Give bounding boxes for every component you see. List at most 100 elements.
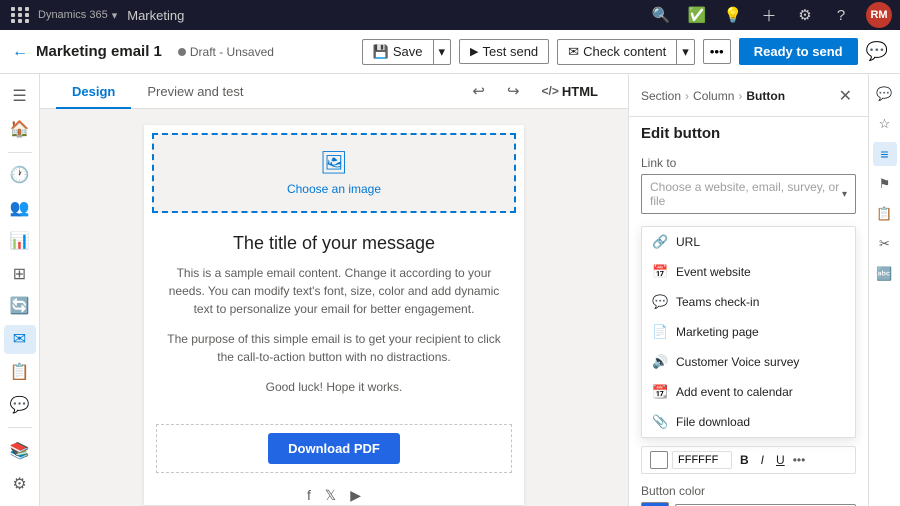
menu-item-customer-voice[interactable]: 🔊 Customer Voice survey xyxy=(642,347,855,377)
app-name[interactable]: Dynamics 365 ▾ xyxy=(38,9,117,22)
menu-item-voice-label: Customer Voice survey xyxy=(676,355,799,369)
underline-button[interactable]: U xyxy=(772,451,789,469)
button-color-preview[interactable] xyxy=(641,502,669,506)
check-content-group: ✉ Check content ▾ xyxy=(557,39,695,65)
comments-icon[interactable]: 💬 xyxy=(866,41,888,62)
sidebar-email-icon[interactable]: ✉ xyxy=(4,325,36,354)
rbar-star-icon[interactable]: ☆ xyxy=(873,112,897,136)
breadcrumb-sep-2: › xyxy=(738,89,742,103)
email-cta-button[interactable]: Download PDF xyxy=(268,433,400,464)
settings-nav-icon[interactable]: ⚙ xyxy=(794,4,816,26)
check-content-dropdown[interactable]: ▾ xyxy=(676,39,695,65)
tab-bar: Design Preview and test ↩ ↪ </> HTML xyxy=(40,74,628,109)
back-button[interactable]: ← xyxy=(12,43,28,61)
add-event-icon: 📆 xyxy=(652,384,668,400)
help-nav-icon[interactable]: ? xyxy=(830,4,852,26)
tab-design[interactable]: Design xyxy=(56,74,131,109)
email-title-text[interactable]: The title of your message xyxy=(164,233,504,254)
link-type-dropdown-menu: 🔗 URL 📅 Event website 💬 Teams check-in 📄… xyxy=(641,226,856,438)
email-social: f 𝕏 ▶ xyxy=(144,477,524,506)
test-send-button[interactable]: ▶ Test send xyxy=(459,39,549,64)
sidebar-divider-1 xyxy=(8,152,32,153)
sidebar-analytics-icon[interactable]: 🔄 xyxy=(4,292,36,321)
email-image-section[interactable]: 🖼 Choose an image xyxy=(152,133,516,213)
email-good-luck-text[interactable]: Good luck! Hope it works. xyxy=(164,378,504,396)
twitter-icon[interactable]: 𝕏 xyxy=(325,487,336,504)
facebook-icon[interactable]: f xyxy=(307,487,311,504)
rbar-copy-icon[interactable]: 📋 xyxy=(873,202,897,226)
email-body-text-2[interactable]: The purpose of this simple email is to g… xyxy=(164,330,504,366)
menu-item-event-website[interactable]: 📅 Event website xyxy=(642,257,855,287)
user-avatar[interactable]: RM xyxy=(866,2,892,28)
menu-item-teams-checkin[interactable]: 💬 Teams check-in xyxy=(642,287,855,317)
menu-item-event-label: Event website xyxy=(676,265,751,279)
menu-item-add-event[interactable]: 📆 Add event to calendar xyxy=(642,377,855,407)
menu-item-url[interactable]: 🔗 URL xyxy=(642,227,855,257)
check-content-button[interactable]: ✉ Check content xyxy=(557,39,676,65)
add-nav-icon[interactable]: ＋ xyxy=(758,4,780,26)
breadcrumb-column[interactable]: Column xyxy=(693,89,734,103)
teams-icon: 💬 xyxy=(652,294,668,310)
text-color-swatch[interactable] xyxy=(650,451,668,469)
menu-item-marketing-page[interactable]: 📄 Marketing page xyxy=(642,317,855,347)
dropdown-arrow-icon: ▾ xyxy=(842,189,847,200)
nav-icons: 🔍 ✅ 💡 ＋ ⚙ ? RM xyxy=(650,2,892,28)
sidebar-chat-icon[interactable]: 💬 xyxy=(4,391,36,420)
rbar-comments-icon[interactable]: 💬 xyxy=(873,82,897,106)
text-color-input[interactable] xyxy=(672,451,732,469)
url-icon: 🔗 xyxy=(652,234,668,250)
panel-close-button[interactable]: ✕ xyxy=(835,84,856,108)
undo-button[interactable]: ↩ xyxy=(466,78,491,104)
marketing-page-icon: 📄 xyxy=(652,324,668,340)
format-more-button[interactable]: ••• xyxy=(793,453,806,467)
sidebar-recent-icon[interactable]: 🕐 xyxy=(4,161,36,190)
ready-to-send-button[interactable]: Ready to send xyxy=(739,38,858,65)
email-canvas[interactable]: 🖼 Choose an image The title of your mess… xyxy=(40,109,628,506)
status-dot xyxy=(178,48,186,56)
link-to-label: Link to xyxy=(641,156,856,170)
bold-button[interactable]: B xyxy=(736,451,753,469)
menu-item-teams-label: Teams check-in xyxy=(676,295,759,309)
breadcrumb-button[interactable]: Button xyxy=(746,89,785,103)
panel-breadcrumb: Section › Column › Button xyxy=(641,89,785,103)
save-button[interactable]: 💾 Save xyxy=(362,39,433,65)
sidebar-campaigns-icon[interactable]: 📊 xyxy=(4,226,36,255)
link-to-group: Link to Choose a website, email, survey,… xyxy=(641,156,856,214)
email-body-text[interactable]: This is a sample email content. Change i… xyxy=(164,264,504,318)
more-options-button[interactable]: ••• xyxy=(703,39,731,64)
html-button[interactable]: </> HTML xyxy=(536,81,604,102)
waffle-icon[interactable] xyxy=(8,3,32,27)
menu-item-file-download[interactable]: 📎 File download xyxy=(642,407,855,437)
sidebar-people-icon[interactable]: 👥 xyxy=(4,193,36,222)
redo-button[interactable]: ↪ xyxy=(501,78,526,104)
email-btn-section: Download PDF xyxy=(156,424,512,473)
main-layout: ☰ 🏠 🕐 👥 📊 ⊞ 🔄 ✉ 📋 💬 📚 ⚙ Design Preview a… xyxy=(0,74,900,506)
link-to-placeholder: Choose a website, email, survey, or file xyxy=(650,180,842,208)
rbar-scissors-icon[interactable]: ✂ xyxy=(873,232,897,256)
left-sidebar: ☰ 🏠 🕐 👥 📊 ⊞ 🔄 ✉ 📋 💬 📚 ⚙ xyxy=(0,74,40,506)
lightbulb-nav-icon[interactable]: 💡 xyxy=(722,4,744,26)
tab-preview[interactable]: Preview and test xyxy=(131,74,259,109)
italic-button[interactable]: I xyxy=(757,451,768,469)
link-to-dropdown[interactable]: Choose a website, email, survey, or file… xyxy=(641,174,856,214)
sidebar-segments-icon[interactable]: ⊞ xyxy=(4,259,36,288)
rbar-format-icon[interactable]: 🔤 xyxy=(873,262,897,286)
save-dropdown-button[interactable]: ▾ xyxy=(433,39,452,65)
sidebar-settings-icon[interactable]: ⚙ xyxy=(4,469,36,498)
sidebar-divider-2 xyxy=(8,427,32,428)
search-nav-icon[interactable]: 🔍 xyxy=(650,4,672,26)
sidebar-home-icon[interactable]: 🏠 xyxy=(4,115,36,144)
rbar-list-icon[interactable]: ≡ xyxy=(873,142,897,166)
breadcrumb-section[interactable]: Section xyxy=(641,89,681,103)
panel-body: Link to Choose a website, email, survey,… xyxy=(629,148,868,506)
sidebar-menu-icon[interactable]: ☰ xyxy=(4,82,36,111)
sidebar-forms-icon[interactable]: 📋 xyxy=(4,358,36,387)
sidebar-library-icon[interactable]: 📚 xyxy=(4,436,36,465)
rbar-filter-icon[interactable]: ⚑ xyxy=(873,172,897,196)
tasks-nav-icon[interactable]: ✅ xyxy=(686,4,708,26)
youtube-icon[interactable]: ▶ xyxy=(350,487,361,504)
choose-image-label[interactable]: Choose an image xyxy=(287,182,381,196)
file-download-icon: 📎 xyxy=(652,414,668,430)
sub-toolbar: ← Marketing email 1 Draft - Unsaved 💾 Sa… xyxy=(0,30,900,74)
format-bar: B I U ••• xyxy=(641,446,856,474)
